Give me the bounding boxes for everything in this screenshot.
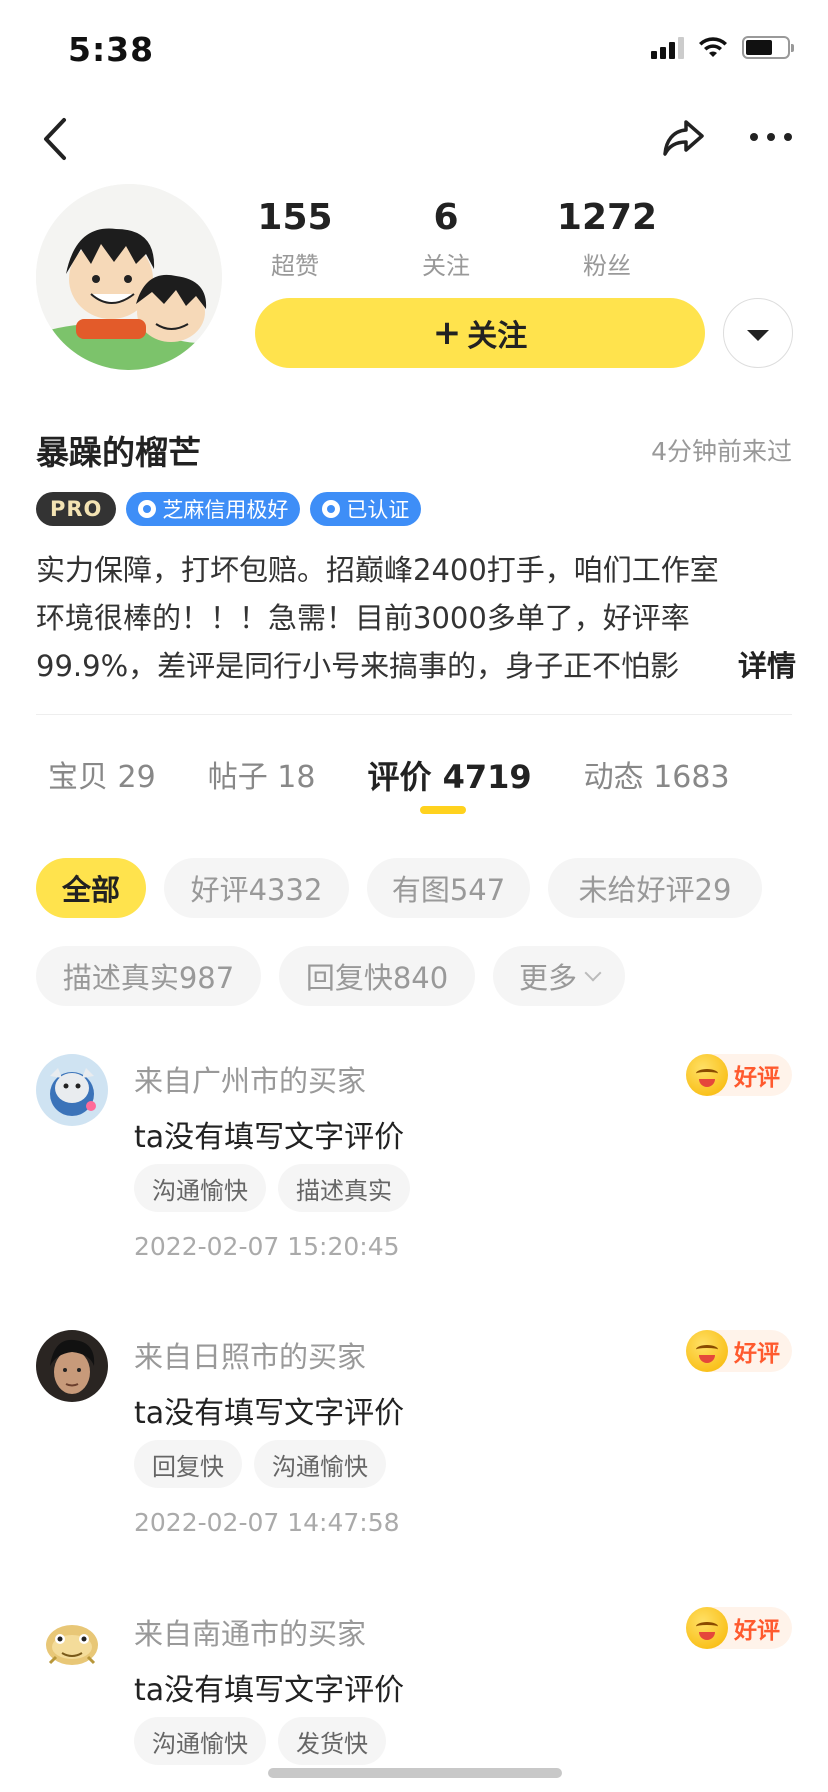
status-bar: 5:38 [0,0,828,100]
tab-items[interactable]: 宝贝 29 [48,752,156,822]
rating-label: 好评 [734,1065,780,1091]
nav-bar [0,100,828,180]
stat-following[interactable]: 6 关注 [366,196,526,281]
review-tag: 回复快 [134,1440,242,1488]
more-icon[interactable] [746,122,796,152]
rating-label: 好评 [734,1618,780,1644]
filter-chip-more[interactable]: 更多 [493,946,625,1006]
bio-text: 实力保障，打坏包赔。招巅峰2400打手，咱们工作室环境很棒的！！！急需！目前30… [36,553,719,683]
review-tags: 回复快 沟通愉快 [134,1440,386,1488]
filter-chip-all[interactable]: 全部 [36,858,146,918]
stat-value: 1272 [556,197,658,238]
follow-button[interactable]: + 关注 [255,298,705,368]
credit-badge[interactable]: 芝麻信用极好 [126,492,301,526]
rating-badge: 好评 [686,1054,792,1096]
reviewer-location: 来自南通市的买家 [134,1617,367,1651]
pro-badge[interactable]: PRO [36,492,117,526]
stat-label: 关注 [422,252,470,280]
divider [36,714,792,715]
stat-value: 6 [433,197,459,238]
reviewer-avatar[interactable] [36,1054,108,1126]
profile-stats: 155 超赞 6 关注 1272 粉丝 [257,196,780,286]
review-tags: 沟通愉快 描述真实 [134,1164,410,1212]
review-tag: 沟通愉快 [134,1164,266,1212]
chevron-down-icon [584,964,602,982]
happy-face-icon [686,1054,728,1096]
tab-activity[interactable]: 动态 1683 [584,752,730,822]
user-name: 暴躁的榴芒 [36,433,201,472]
review-date: 2022-02-07 14:47:58 [134,1508,400,1537]
last-seen: 4分钟前来过 [651,437,792,466]
review-tag: 沟通愉快 [254,1440,386,1488]
reviewer-location: 来自广州市的买家 [134,1064,367,1098]
plus-icon: + [432,313,462,353]
review-text: ta没有填写文字评价 [134,1396,405,1431]
more-options-dropdown-button[interactable] [723,298,793,368]
review-text: ta没有填写文字评价 [134,1673,405,1708]
review-date: 2022-02-07 15:20:45 [134,1232,400,1261]
user-bio: 实力保障，打坏包赔。招巅峰2400打手，咱们工作室环境很棒的！！！急需！目前30… [36,546,796,690]
reviewer-avatar[interactable] [36,1330,108,1402]
filter-more-label: 更多 [519,961,578,995]
filter-chip-with-photos[interactable]: 有图547 [367,858,530,918]
user-badges: PRO 芝麻信用极好 已认证 [36,492,422,526]
home-indicator[interactable] [268,1768,562,1778]
review-tags: 沟通愉快 发货快 [134,1717,386,1765]
verified-icon [322,500,341,518]
avatar-illustration [36,1054,108,1126]
sesame-credit-icon [138,500,157,518]
battery-icon [742,36,794,59]
rating-badge: 好评 [686,1607,792,1649]
credit-badge-label: 芝麻信用极好 [162,498,289,522]
caret-down-icon [747,329,769,341]
filter-chip-not-positive[interactable]: 未给好评29 [548,858,762,918]
cellular-signal-icon [651,36,684,59]
filter-chip-quick-reply[interactable]: 回复快840 [279,946,475,1006]
profile-tabs: 宝贝 29 帖子 18 评价 4719 动态 1683 [36,752,782,822]
wifi-icon [699,36,727,57]
rating-label: 好评 [734,1341,780,1367]
profile-avatar[interactable] [36,184,222,370]
avatar-photo [36,1330,108,1402]
active-tab-indicator [420,806,466,814]
stat-likes[interactable]: 155 超赞 [215,196,375,281]
bio-details-link[interactable]: 详情 [697,642,796,690]
review-tag: 发货快 [278,1717,386,1765]
review-tag: 沟通愉快 [134,1717,266,1765]
stat-label: 粉丝 [583,252,631,280]
stat-value: 155 [257,197,333,238]
stat-followers[interactable]: 1272 粉丝 [527,196,687,281]
stat-label: 超赞 [271,252,319,280]
filter-chip-accurate[interactable]: 描述真实987 [36,946,261,1006]
status-time: 5:38 [68,30,155,69]
review-text: ta没有填写文字评价 [134,1120,405,1155]
happy-face-icon [686,1607,728,1649]
verified-badge-label: 已认证 [346,498,410,522]
avatar-illustration [36,1607,108,1679]
share-icon[interactable] [660,114,706,160]
reviewer-location: 来自日照市的买家 [134,1340,367,1374]
filter-chip-positive[interactable]: 好评4332 [164,858,349,918]
happy-face-icon [686,1330,728,1372]
tab-posts[interactable]: 帖子 18 [208,752,316,822]
back-icon[interactable] [36,114,76,164]
follow-label: 关注 [467,319,528,354]
verified-badge[interactable]: 已认证 [310,492,422,526]
reviewer-avatar[interactable] [36,1607,108,1679]
avatar-illustration [36,184,222,370]
rating-badge: 好评 [686,1330,792,1372]
review-tag: 描述真实 [278,1164,410,1212]
status-icons [651,36,794,59]
